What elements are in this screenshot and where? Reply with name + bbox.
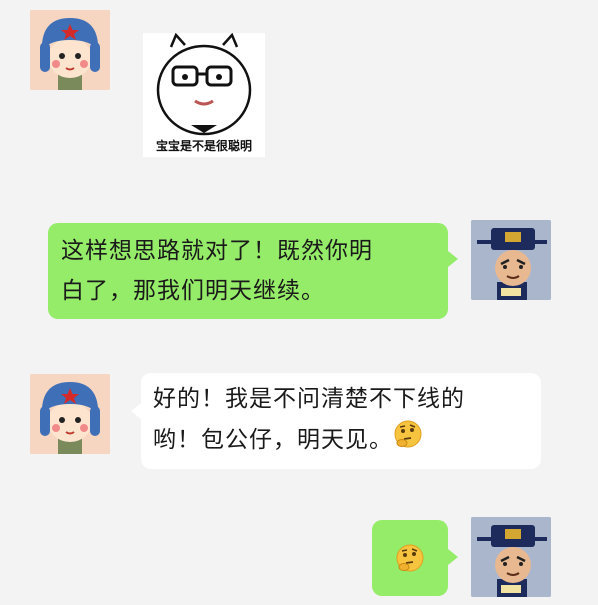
message-bubble-incoming[interactable]: 好的！我是不问清楚不下线的 哟！包公仔，明天见。 bbox=[141, 373, 541, 469]
bubble-tail bbox=[131, 403, 141, 419]
message-bubble-outgoing[interactable]: 这样想思路就对了！既然你明 白了，那我们明天继续。 bbox=[48, 223, 448, 319]
soldier-avatar-icon[interactable] bbox=[30, 10, 110, 90]
sticker-caption: 宝宝是不是很聪明 bbox=[155, 139, 252, 153]
judge-avatar-icon[interactable] bbox=[471, 220, 551, 300]
thinking-face-icon bbox=[395, 543, 425, 586]
message-line: 哟！包公仔，明天见。 bbox=[153, 427, 393, 453]
message-line: 这样想思路就对了！既然你明 bbox=[61, 238, 373, 264]
bubble-tail bbox=[448, 549, 458, 565]
message-line: 好的！我是不问清楚不下线的 bbox=[153, 386, 465, 412]
thinking-face-icon bbox=[393, 419, 423, 462]
sticker-image[interactable]: 宝宝是不是很聪明 bbox=[143, 32, 265, 157]
judge-avatar-icon[interactable] bbox=[471, 517, 551, 597]
bubble-tail bbox=[448, 251, 458, 267]
soldier-avatar-icon[interactable] bbox=[30, 374, 110, 454]
message-line: 白了，那我们明天继续。 bbox=[61, 278, 325, 304]
bald-face-sticker-icon bbox=[156, 32, 252, 136]
message-bubble-outgoing[interactable] bbox=[372, 520, 448, 596]
